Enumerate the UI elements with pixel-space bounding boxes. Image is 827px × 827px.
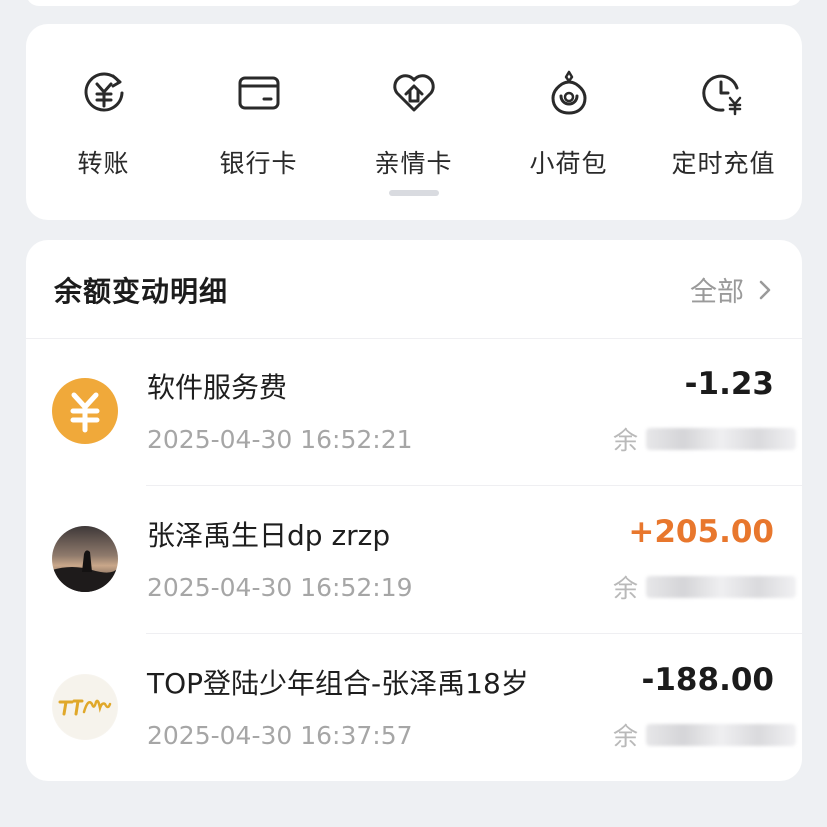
tf-family-logo xyxy=(53,675,117,739)
action-bank-card[interactable]: 银行卡 xyxy=(181,68,336,180)
action-transfer[interactable]: 转账 xyxy=(26,68,181,180)
transaction-title: 软件服务费 xyxy=(147,371,288,404)
tf-family-logo-avatar xyxy=(52,674,118,740)
top-card-edge xyxy=(26,0,802,6)
transaction-amount: -1.23 xyxy=(684,366,774,402)
transaction-balance: 余 xyxy=(596,570,796,604)
action-label: 亲情卡 xyxy=(374,149,453,178)
transaction-amount: -188.00 xyxy=(641,662,775,698)
balance-prefix: 余 xyxy=(612,426,638,455)
transaction-row[interactable]: 软件服务费 2025-04-30 16:52:21 -1.23 余 xyxy=(26,338,802,486)
quick-actions-card: 转账 银行卡 亲情卡 小荷包 定时充值 xyxy=(26,24,802,220)
balance-prefix: 余 xyxy=(612,722,638,751)
yuan-service-avatar xyxy=(52,378,118,444)
view-all-link[interactable]: 全部 xyxy=(690,270,772,309)
balance-changes-card: 余额变动明细 全部 软件服务费 2025-04-30 16:52:21 -1.2… xyxy=(26,240,802,781)
action-label: 银行卡 xyxy=(219,149,298,178)
transaction-time: 2025-04-30 16:52:19 xyxy=(147,573,413,602)
yuan-transfer-icon xyxy=(84,72,123,112)
sunset-photo-avatar xyxy=(52,526,118,592)
transaction-title: TOP登陆少年组合-张泽禹18岁 xyxy=(147,667,529,700)
section-title: 余额变动明细 xyxy=(54,275,229,308)
view-all-label: 全部 xyxy=(690,277,744,308)
transaction-title: 张泽禹生日dp zrzp xyxy=(147,519,391,552)
action-pouch[interactable]: 小荷包 xyxy=(491,68,646,180)
action-label: 转账 xyxy=(77,149,130,178)
family-card-icon xyxy=(392,74,435,112)
bank-card-icon xyxy=(238,76,279,110)
action-family-card[interactable]: 亲情卡 xyxy=(336,68,491,180)
blurred-balance xyxy=(646,428,796,450)
transaction-row[interactable]: 张泽禹生日dp zrzp 2025-04-30 16:52:19 +205.00… xyxy=(26,486,802,634)
transaction-time: 2025-04-30 16:52:21 xyxy=(147,425,413,454)
transaction-amount: +205.00 xyxy=(628,514,774,550)
action-label: 定时充值 xyxy=(671,149,776,178)
transaction-balance: 余 xyxy=(596,718,796,752)
yuan-icon xyxy=(70,392,100,433)
blurred-balance xyxy=(646,724,796,746)
blurred-balance xyxy=(646,576,796,598)
chevron-right-icon xyxy=(759,280,771,299)
page-indicator xyxy=(389,190,439,196)
action-scheduled-recharge[interactable]: 定时充值 xyxy=(646,68,801,180)
pouch-icon xyxy=(551,70,586,115)
transaction-time: 2025-04-30 16:37:57 xyxy=(147,721,413,750)
balance-prefix: 余 xyxy=(612,574,638,603)
action-label: 小荷包 xyxy=(529,149,608,178)
photo-avatar-image xyxy=(52,526,118,592)
transaction-row[interactable]: TOP登陆少年组合-张泽禹18岁 2025-04-30 16:37:57 -18… xyxy=(26,634,802,782)
scheduled-recharge-icon xyxy=(701,74,741,116)
balance-changes-header: 余额变动明细 全部 xyxy=(26,240,802,339)
transaction-balance: 余 xyxy=(596,422,796,456)
